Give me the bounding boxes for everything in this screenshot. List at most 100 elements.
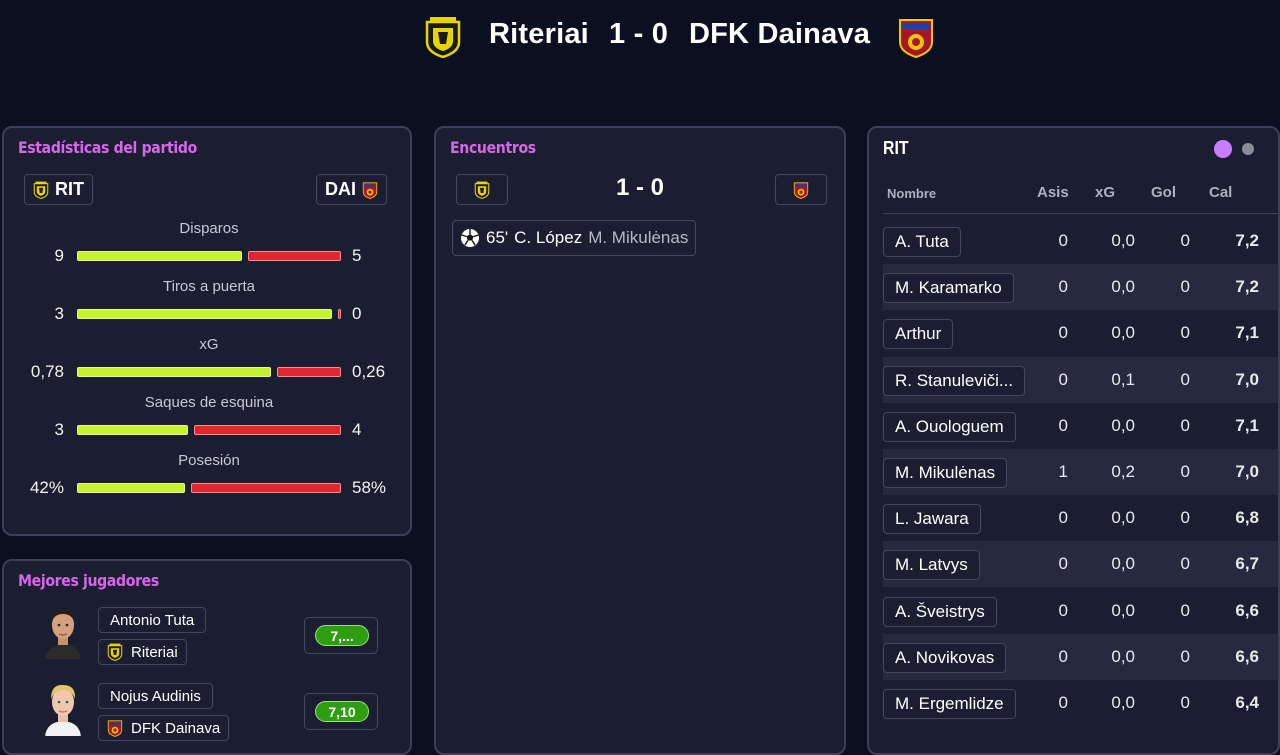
- table-row[interactable]: A. Ouologuem 0 0,0 0 7,1: [883, 403, 1278, 449]
- goal-event[interactable]: 65' C. López M. Mikulėnas: [452, 220, 697, 256]
- rating-cell: 7,0: [1235, 369, 1259, 389]
- riteriai-crest-icon: [424, 16, 462, 58]
- away-crest-box[interactable]: [775, 174, 827, 205]
- dainava-crest-icon: [897, 16, 935, 58]
- goals-cell: 0: [1180, 693, 1190, 712]
- match-header: Riteriai 1 - 0 DFK Dainava: [0, 0, 1280, 76]
- goal-assist: M. Mikulėnas: [588, 228, 689, 247]
- match-score: 1 - 0: [609, 18, 669, 50]
- rating-cell: 6,4: [1235, 693, 1259, 712]
- assists-cell: 0: [1058, 277, 1068, 297]
- xg-cell: 0,0: [1111, 277, 1135, 297]
- away-team-chip[interactable]: DAI: [316, 174, 387, 205]
- stats-title: Estadísticas del partido: [18, 138, 197, 157]
- table-row[interactable]: Arthur 0 0,0 0 7,1: [883, 310, 1278, 356]
- player-name-chip[interactable]: M. Latvys: [883, 550, 980, 581]
- away-team-name[interactable]: DFK Dainava: [689, 18, 870, 51]
- assists-cell: 0: [1058, 693, 1068, 712]
- stat-home-value: 3: [54, 304, 64, 323]
- table-row[interactable]: M. Ergemlidze 0 0,0 0 6,4: [883, 680, 1278, 726]
- stat-bar-home: [77, 309, 332, 319]
- table-row[interactable]: A. Tuta 0 0,0 0 7,2: [883, 218, 1278, 264]
- goals-cell: 0: [1180, 231, 1190, 250]
- rating-cell: 6,6: [1235, 600, 1259, 620]
- player-name-chip[interactable]: A. Tuta: [883, 227, 961, 257]
- goals-cell: 0: [1180, 508, 1190, 528]
- dainava-crest-icon: [793, 181, 809, 199]
- best-player-name[interactable]: Nojus Audinis: [98, 683, 213, 709]
- header-name[interactable]: Nombre: [887, 186, 936, 201]
- rating-badge: 7,10: [315, 701, 369, 722]
- rating-cell: 6,6: [1235, 646, 1259, 666]
- best-player-team-chip[interactable]: DFK Dainava: [98, 715, 230, 741]
- page-dot-active[interactable]: [1214, 140, 1232, 158]
- goals-cell: 0: [1180, 646, 1190, 666]
- goal-scorer: C. López: [514, 228, 583, 247]
- table-row[interactable]: M. Karamarko 0 0,0 0 7,2: [883, 264, 1278, 311]
- table-row[interactable]: M. Mikulėnas 1 0,2 0 7,0: [883, 449, 1278, 495]
- goals-cell: 0: [1180, 415, 1190, 435]
- player-name-chip[interactable]: A. Ouologuem: [883, 411, 1016, 442]
- xg-cell: 0,0: [1111, 508, 1135, 528]
- best-player-rating-box: 7,...: [304, 617, 378, 654]
- xg-cell: 0,0: [1111, 600, 1135, 620]
- table-row[interactable]: L. Jawara 0 0,0 0 6,8: [883, 495, 1278, 541]
- player-name-chip[interactable]: A. Šveistrys: [883, 596, 997, 627]
- match-stats-panel: Estadísticas del partido RIT DAI Disparo…: [2, 126, 412, 536]
- best-player-name[interactable]: Antonio Tuta: [98, 607, 207, 633]
- rating-cell: 7,2: [1235, 277, 1259, 297]
- home-team-chip[interactable]: RIT: [24, 174, 93, 205]
- stat-bar-away: [277, 367, 341, 377]
- xg-cell: 0,0: [1111, 646, 1135, 666]
- player-name-chip[interactable]: M. Karamarko: [883, 273, 1014, 304]
- stat-bar-away: [338, 309, 341, 319]
- stat-away-value: 4: [352, 420, 362, 439]
- soccer-ball-icon: [461, 229, 479, 247]
- rating-cell: 7,1: [1235, 323, 1259, 343]
- header-assists[interactable]: Asis: [1037, 184, 1069, 201]
- stat-bar-home: [77, 367, 271, 377]
- goals-cell: 0: [1180, 600, 1190, 620]
- table-row[interactable]: A. Šveistrys 0 0,0 0 6,6: [883, 588, 1278, 634]
- xg-cell: 0,0: [1111, 415, 1135, 435]
- table-row[interactable]: R. Stanuleviči... 0 0,1 0 7,0: [883, 356, 1278, 403]
- assists-cell: 0: [1058, 646, 1068, 666]
- stat-home-value: 3: [54, 420, 64, 439]
- stat-away-value: 0: [352, 304, 362, 323]
- player-name-chip[interactable]: Arthur: [883, 319, 954, 350]
- best-player-team: Riteriai: [131, 643, 178, 661]
- best-player-team: DFK Dainava: [131, 719, 221, 737]
- assists-cell: 0: [1058, 415, 1068, 435]
- xg-cell: 0,0: [1111, 554, 1135, 574]
- stat-label: Disparos: [179, 220, 239, 237]
- xg-cell: 0,0: [1111, 693, 1135, 712]
- stat-home-value: 0,78: [30, 362, 64, 381]
- stat-label: Posesión: [178, 452, 240, 469]
- encounters-panel: Encuentros 1 - 0 65' C. López M. Mikulėn…: [434, 126, 846, 755]
- player-photo-antonio-tuta[interactable]: [41, 603, 85, 659]
- player-name-chip[interactable]: R. Stanuleviči...: [883, 365, 1026, 396]
- stat-away-value: 0,26: [352, 362, 386, 381]
- xg-cell: 0,0: [1111, 231, 1135, 250]
- table-row[interactable]: A. Novikovas 0 0,0 0 6,6: [883, 633, 1278, 680]
- player-name-chip[interactable]: A. Novikovas: [883, 642, 1007, 673]
- stat-bar-home: [77, 251, 242, 261]
- home-team-abbr: RIT: [55, 179, 84, 199]
- header-rating[interactable]: Cal: [1209, 184, 1232, 201]
- player-name-chip[interactable]: M. Ergemlidze: [883, 689, 1016, 719]
- best-player-team-chip[interactable]: Riteriai: [98, 639, 187, 665]
- assists-cell: 0: [1058, 600, 1068, 620]
- table-row[interactable]: M. Latvys 0 0,0 0 6,7: [883, 541, 1278, 588]
- dainava-crest-icon: [362, 181, 378, 199]
- stat-bar-away: [194, 425, 341, 435]
- player-name-chip[interactable]: L. Jawara: [883, 504, 981, 535]
- assists-cell: 0: [1058, 508, 1068, 528]
- best-players-title: Mejores jugadores: [18, 571, 159, 590]
- page-dot-inactive[interactable]: [1242, 143, 1254, 155]
- player-photo-nojus-audinis[interactable]: [41, 680, 85, 736]
- home-team-name[interactable]: Riteriai: [489, 18, 589, 51]
- player-name-chip[interactable]: M. Mikulėnas: [883, 458, 1008, 488]
- header-xg[interactable]: xG: [1095, 184, 1115, 201]
- goals-cell: 0: [1180, 323, 1190, 343]
- header-goals[interactable]: Gol: [1151, 184, 1176, 201]
